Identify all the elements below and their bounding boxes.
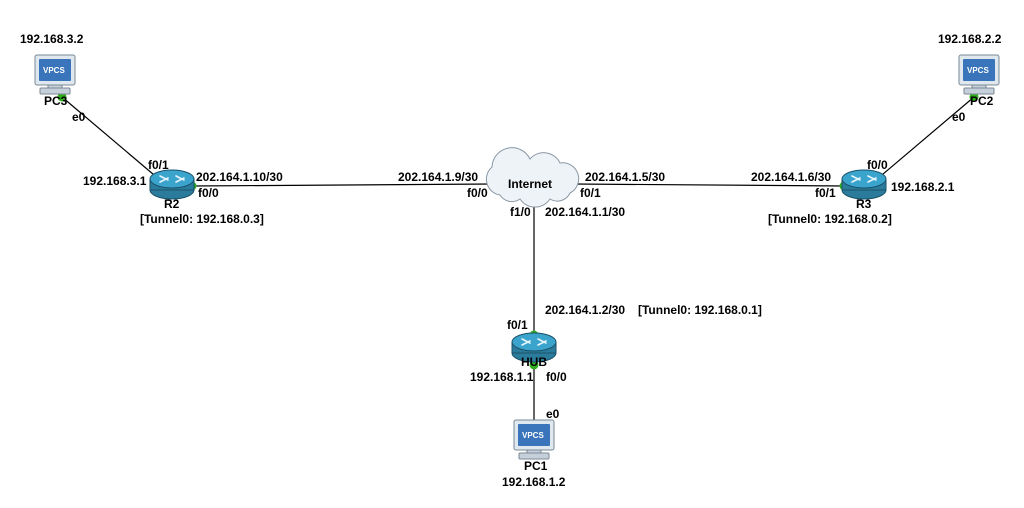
pc3-e0: e0	[72, 110, 85, 124]
pc1-ip: 192.168.1.2	[502, 475, 565, 489]
inet-if-left: f0/0	[467, 186, 488, 200]
r3-if-lan: f0/0	[867, 158, 888, 172]
pc2-icon[interactable]: VPCS	[959, 55, 999, 94]
inet-ip-left: 202.164.1.9/30	[398, 170, 478, 184]
r3-ip-lan: 192.168.2.1	[891, 180, 954, 194]
r2-if-wan: f0/0	[198, 186, 219, 200]
pc1-icon[interactable]: VPCS	[514, 420, 554, 459]
r2-name: R2	[164, 197, 179, 211]
inet-if-right: f0/1	[580, 186, 601, 200]
router-r2-icon[interactable]	[150, 170, 194, 199]
inet-ip-right: 202.164.1.5/30	[585, 170, 665, 184]
hub-name: HUB	[521, 355, 547, 369]
pc2-e0: e0	[952, 110, 965, 124]
vpcs-badge: VPCS	[522, 431, 544, 440]
pc3-ip: 192.168.3.2	[20, 32, 83, 46]
vpcs-badge: VPCS	[43, 66, 65, 75]
vpcs-badge: VPCS	[967, 66, 989, 75]
topology-svg: VPCS VPCS VPCS	[0, 0, 1024, 508]
r2-ip-wan: 202.164.1.10/30	[196, 170, 283, 184]
pc2-name: PC2	[970, 94, 993, 108]
router-r3-icon[interactable]	[842, 170, 886, 199]
internet-label: Internet	[508, 177, 552, 191]
pc3-icon[interactable]: VPCS	[35, 55, 75, 94]
pc3-name: PC3	[44, 94, 67, 108]
topology-canvas: VPCS VPCS VPCS	[0, 0, 1024, 508]
inet-if-down: f1/0	[510, 205, 531, 219]
r2-if-lan: f0/1	[148, 158, 169, 172]
r2-tunnel: [Tunnel0: 192.168.0.3]	[140, 212, 264, 226]
r3-if-wan: f0/1	[815, 186, 836, 200]
pc1-name: PC1	[524, 459, 547, 473]
hub-ip-wan: 202.164.1.2/30	[545, 303, 625, 317]
r3-ip-wan: 202.164.1.6/30	[751, 170, 831, 184]
link-internet-r3	[573, 184, 844, 186]
r3-name: R3	[856, 197, 871, 211]
hub-tunnel: [Tunnel0: 192.168.0.1]	[638, 303, 762, 317]
hub-if-lan: f0/0	[546, 370, 567, 384]
r3-tunnel: [Tunnel0: 192.168.0.2]	[768, 212, 892, 226]
internet-cloud-icon[interactable]: Internet	[486, 148, 578, 207]
hub-if-wan: f0/1	[507, 318, 528, 332]
pc1-e0: e0	[546, 407, 559, 421]
r2-ip-lan: 192.168.3.1	[83, 174, 146, 188]
hub-ip-lan: 192.168.1.1	[470, 370, 533, 384]
pc2-ip: 192.168.2.2	[938, 32, 1001, 46]
inet-ip-down: 202.164.1.1/30	[545, 205, 625, 219]
link-r2-internet	[192, 184, 493, 186]
